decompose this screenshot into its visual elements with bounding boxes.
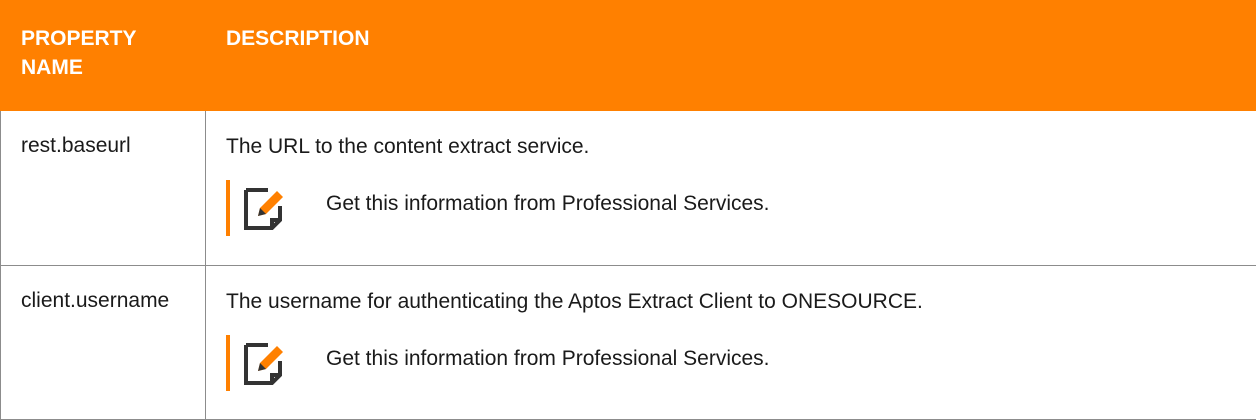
table-header: PROPERTY NAME DESCRIPTION xyxy=(1,1,1256,111)
description-cell: The username for authenticating the Apto… xyxy=(206,266,1256,420)
property-table: PROPERTY NAME DESCRIPTION rest.baseurl T… xyxy=(0,0,1256,420)
note-text: Get this information from Professional S… xyxy=(326,346,770,372)
property-name-cell: rest.baseurl xyxy=(1,111,206,266)
note-callout: Get this information from Professional S… xyxy=(226,335,1256,391)
table-row: client.username The username for authent… xyxy=(1,266,1256,420)
note-edit-icon xyxy=(244,186,284,232)
table-row: rest.baseurl The URL to the content extr… xyxy=(1,111,1256,266)
header-row: PROPERTY NAME DESCRIPTION xyxy=(1,1,1256,111)
note-accent-bar xyxy=(226,180,230,236)
note-edit-icon xyxy=(244,341,284,387)
property-name-cell: client.username xyxy=(1,266,206,420)
note-accent-bar xyxy=(226,335,230,391)
description-text: The URL to the content extract service. xyxy=(226,134,1256,160)
description-cell: The URL to the content extract service. … xyxy=(206,111,1256,266)
header-description: DESCRIPTION xyxy=(206,1,1256,111)
note-text: Get this information from Professional S… xyxy=(326,191,770,217)
note-callout: Get this information from Professional S… xyxy=(226,180,1256,236)
header-property-name: PROPERTY NAME xyxy=(1,1,206,111)
description-text: The username for authenticating the Apto… xyxy=(226,289,1256,315)
table-body: rest.baseurl The URL to the content extr… xyxy=(1,111,1256,420)
